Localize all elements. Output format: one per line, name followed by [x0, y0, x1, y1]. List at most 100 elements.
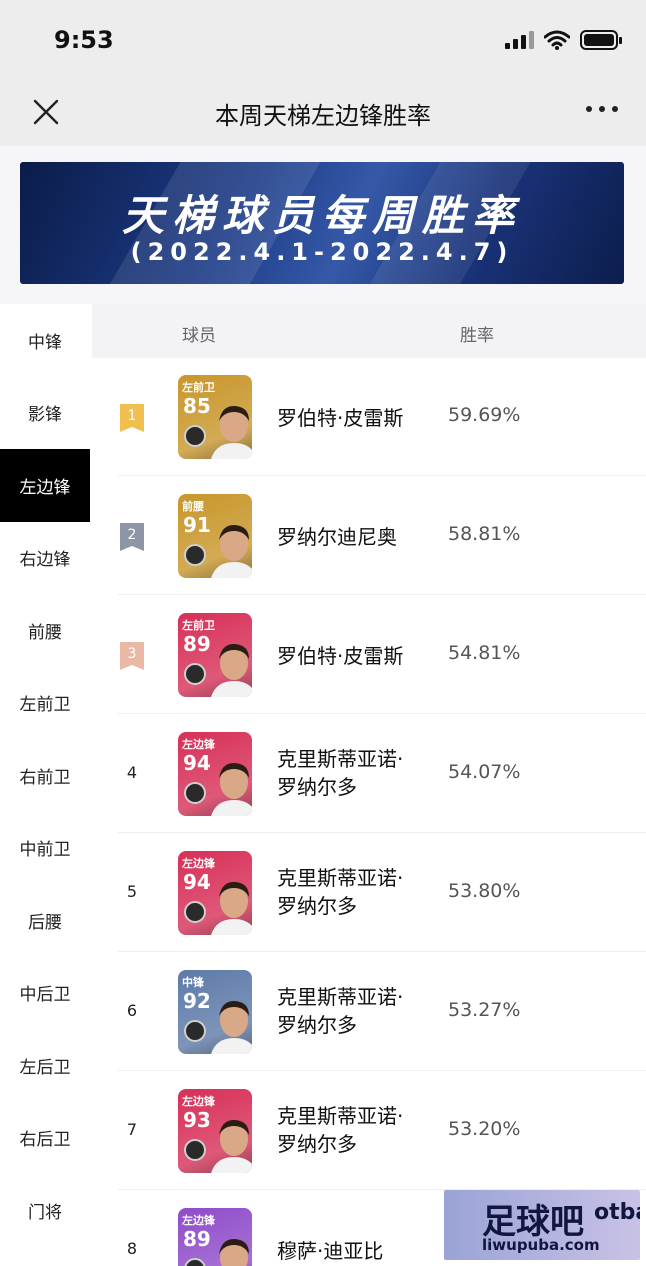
- battery-icon: [580, 30, 622, 50]
- sidebar-item[interactable]: 中锋: [0, 304, 90, 377]
- card-emblem-icon: [184, 1020, 206, 1042]
- nav-bar: 本周天梯左边锋胜率: [0, 80, 646, 146]
- player-portrait-icon: [211, 1119, 252, 1173]
- sidebar-item[interactable]: 左后卫: [0, 1029, 90, 1102]
- card-emblem-icon: [184, 782, 206, 804]
- player-portrait-icon: [219, 1238, 249, 1266]
- position-sidebar: 中锋 影锋 左边锋 右边锋 前腰 左前卫 右前卫 中前卫 后腰 中后卫 左后卫 右后卫 门将: [0, 304, 90, 1266]
- player-name-line1: 罗伯特·皮雷斯: [277, 644, 404, 668]
- player-name: 克里斯蒂亚诺· 罗纳尔多: [277, 1102, 403, 1158]
- header-win-rate: 胜率: [460, 326, 494, 346]
- wifi-icon: [544, 30, 570, 50]
- card-position: 左前卫: [182, 381, 215, 394]
- player-card[interactable]: 左边锋 93: [178, 1089, 252, 1173]
- player-card[interactable]: 左边锋 94: [178, 732, 252, 816]
- table-row[interactable]: 2 前腰 91 罗纳尔迪尼奥 58.81%: [92, 477, 646, 595]
- row-divider: [118, 951, 646, 952]
- cellular-signal-icon: [505, 31, 534, 49]
- sidebar-item[interactable]: 中后卫: [0, 957, 90, 1030]
- watermark-side: otba: [594, 1200, 640, 1225]
- card-position: 中锋: [182, 976, 204, 989]
- player-name-line1: 罗伯特·皮雷斯: [277, 406, 404, 430]
- rank-number: 4: [126, 763, 138, 782]
- sidebar-item[interactable]: 后腰: [0, 884, 90, 957]
- player-portrait-icon: [211, 762, 252, 816]
- row-divider: [118, 832, 646, 833]
- card-rating: 94: [183, 751, 211, 775]
- card-emblem-icon: [184, 663, 206, 685]
- sidebar-item[interactable]: 左前卫: [0, 667, 90, 740]
- site-watermark: 足球吧 otba liwupuba.com: [444, 1190, 640, 1260]
- status-icons: [505, 30, 622, 50]
- rank-badge: 1: [120, 404, 144, 432]
- player-name: 穆萨·迪亚比: [277, 1237, 383, 1265]
- player-name: 罗纳尔迪尼奥: [277, 523, 397, 551]
- card-position: 左边锋: [182, 857, 215, 870]
- card-position: 左边锋: [182, 1214, 215, 1227]
- player-portrait-icon: [211, 881, 252, 935]
- win-rate-table: 球员 胜率 1 左前卫 85 罗伯特·皮雷斯 59.69% 2 前腰 91 罗纳尔迪尼奥 58.8…: [92, 304, 646, 1266]
- player-name-line1: 穆萨·迪亚比: [277, 1239, 384, 1263]
- status-time: 9:53: [54, 26, 114, 54]
- win-rate: 58.81%: [448, 523, 521, 545]
- more-options-icon[interactable]: [586, 106, 618, 112]
- sidebar-item[interactable]: 中前卫: [0, 812, 90, 885]
- player-name: 克里斯蒂亚诺· 罗纳尔多: [277, 745, 403, 801]
- sidebar-item[interactable]: 右后卫: [0, 1102, 90, 1175]
- player-name: 罗伯特·皮雷斯: [277, 404, 403, 432]
- rank-badge: 2: [120, 523, 144, 551]
- player-name: 克里斯蒂亚诺· 罗纳尔多: [277, 864, 403, 920]
- sidebar-item[interactable]: 右前卫: [0, 739, 90, 812]
- sidebar-item[interactable]: 门将: [0, 1174, 90, 1247]
- rank-badge: 3: [120, 642, 144, 670]
- sidebar-item[interactable]: 左边锋: [0, 449, 90, 522]
- card-rating: 91: [183, 513, 211, 537]
- rank-number: 8: [126, 1239, 138, 1258]
- sidebar-item[interactable]: 前腰: [0, 594, 90, 667]
- player-name-line1: 克里斯蒂亚诺·: [277, 866, 404, 890]
- rank-number: 6: [126, 1001, 138, 1020]
- player-card[interactable]: 中锋 92: [178, 970, 252, 1054]
- card-position: 左边锋: [182, 738, 215, 751]
- table-row[interactable]: 5 左边锋 94 克里斯蒂亚诺· 罗纳尔多 53.80%: [92, 834, 646, 952]
- card-rating: 85: [183, 394, 211, 418]
- weekly-banner: 天梯球员每周胜率 (2022.4.1-2022.4.7): [20, 162, 624, 284]
- player-card[interactable]: 左边锋 94: [178, 851, 252, 935]
- win-rate: 59.69%: [448, 404, 521, 426]
- card-rating: 89: [183, 1227, 211, 1251]
- table-row[interactable]: 3 左前卫 89 罗伯特·皮雷斯 54.81%: [92, 596, 646, 714]
- table-header: 球员 胜率: [92, 304, 646, 358]
- player-name: 克里斯蒂亚诺· 罗纳尔多: [277, 983, 403, 1039]
- card-rating: 94: [183, 870, 211, 894]
- table-row[interactable]: 1 左前卫 85 罗伯特·皮雷斯 59.69%: [92, 358, 646, 476]
- table-row[interactable]: 6 中锋 92 克里斯蒂亚诺· 罗纳尔多 53.27%: [92, 953, 646, 1071]
- win-rate: 53.80%: [448, 880, 521, 902]
- rank-number: 5: [126, 882, 138, 901]
- banner-title: 天梯球员每周胜率: [121, 191, 522, 240]
- banner-date-range: (2022.4.1-2022.4.7): [130, 238, 514, 266]
- player-card[interactable]: 左前卫 89: [178, 613, 252, 697]
- sidebar-item[interactable]: 影锋: [0, 377, 90, 450]
- card-emblem-icon: [184, 1139, 206, 1161]
- player-name-line1: 克里斯蒂亚诺·: [277, 985, 404, 1009]
- player-portrait-icon: [211, 1000, 252, 1054]
- player-card[interactable]: 左边锋 89: [178, 1208, 252, 1266]
- table-row[interactable]: 4 左边锋 94 克里斯蒂亚诺· 罗纳尔多 54.07%: [92, 715, 646, 833]
- card-emblem-icon: [184, 544, 206, 566]
- win-rate: 53.27%: [448, 999, 521, 1021]
- header-player: 球员: [182, 326, 216, 346]
- rank-number: 7: [126, 1120, 138, 1139]
- table-row[interactable]: 7 左边锋 93 克里斯蒂亚诺· 罗纳尔多 53.20%: [92, 1072, 646, 1190]
- win-rate: 53.20%: [448, 1118, 521, 1140]
- player-name-line1: 罗纳尔迪尼奥: [277, 525, 397, 549]
- player-name-line2: 罗纳尔多: [277, 1013, 357, 1037]
- banner-area: 天梯球员每周胜率 (2022.4.1-2022.4.7): [0, 146, 646, 304]
- player-portrait-icon: [211, 643, 252, 697]
- sidebar-item[interactable]: 右边锋: [0, 522, 90, 595]
- page-title: 本周天梯左边锋胜率: [215, 102, 431, 130]
- player-card[interactable]: 左前卫 85: [178, 375, 252, 459]
- player-portrait-icon: [211, 405, 252, 459]
- watermark-url: liwupuba.com: [482, 1236, 600, 1254]
- player-portrait-icon: [211, 524, 252, 578]
- player-card[interactable]: 前腰 91: [178, 494, 252, 578]
